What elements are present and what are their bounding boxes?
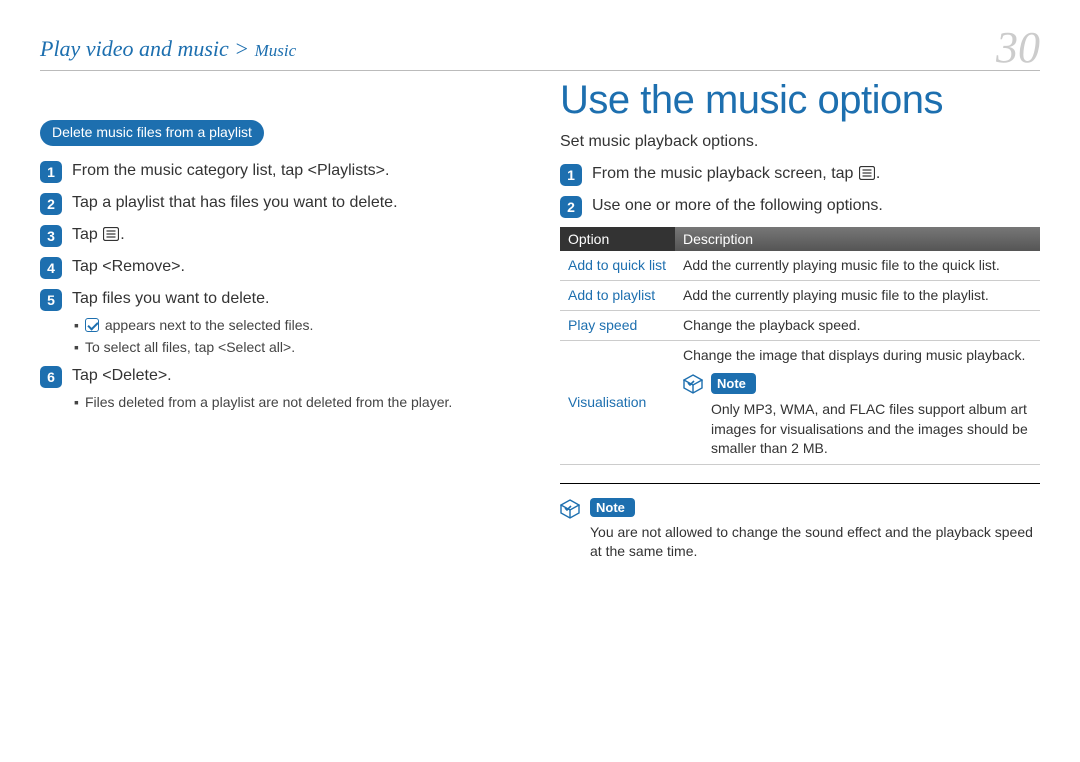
option-desc: Change the playback speed. (675, 310, 1040, 340)
step-text-prefix: From the music playback screen, tap (592, 165, 858, 182)
content-columns: Delete music files from a playlist 1 Fro… (40, 72, 1040, 562)
table-row-visualisation: Visualisation Change the image that disp… (560, 340, 1040, 464)
step-text-prefix: Tap (72, 226, 102, 243)
step-number-icon: 4 (40, 257, 62, 279)
table-header-row: Option Description (560, 227, 1040, 251)
option-desc: Add the currently playing music file to … (675, 251, 1040, 280)
menu-icon (103, 227, 119, 241)
step-text: Tap <Remove>. (72, 256, 185, 278)
option-name: Add to playlist (560, 280, 675, 310)
breadcrumb-main: Play video and music > (40, 36, 249, 61)
step-6-sub: ▪ Files deleted from a playlist are not … (74, 393, 520, 413)
step-number-icon: 1 (560, 164, 582, 186)
step-text: Tap <Delete>. (72, 365, 172, 387)
sub-bullet-text: appears next to the selected files. (85, 316, 313, 336)
option-name: Visualisation (560, 340, 675, 464)
note-badge: Note (590, 498, 635, 517)
section-title: Use the music options (560, 78, 1040, 123)
step-text: From the music category list, tap <Playl… (72, 160, 389, 182)
sub-bullet: ▪ appears next to the selected files. (74, 316, 520, 336)
step-text: From the music playback screen, tap . (592, 163, 880, 185)
step-6: 6 Tap <Delete>. (40, 365, 520, 387)
sub-bullet-text: Files deleted from a playlist are not de… (85, 393, 452, 413)
note-cube-icon (683, 374, 703, 399)
step-number-icon: 1 (40, 161, 62, 183)
step-text: Tap . (72, 224, 125, 246)
sub-bullet-text: To select all files, tap <Select all>. (85, 338, 295, 358)
step-text: Use one or more of the following options… (592, 195, 883, 217)
menu-icon (859, 166, 875, 180)
step-5-sub: ▪ appears next to the selected files. ▪ … (74, 316, 520, 357)
step-3: 3 Tap . (40, 224, 520, 246)
note-body: Only MP3, WMA, and FLAC files support al… (711, 400, 1032, 459)
bullet-dot-icon: ▪ (74, 338, 79, 358)
option-desc: Add the currently playing music file to … (675, 280, 1040, 310)
note-body: You are not allowed to change the sound … (590, 523, 1040, 562)
step-number-icon: 2 (560, 196, 582, 218)
note-label: Note (596, 500, 625, 515)
sub-bullet: ▪ Files deleted from a playlist are not … (74, 393, 520, 413)
bullet-dot-icon: ▪ (74, 393, 79, 413)
step-number-icon: 6 (40, 366, 62, 388)
note-cube-icon (560, 499, 580, 524)
step-1: 1 From the music category list, tap <Pla… (40, 160, 520, 182)
step-2: 2 Tap a playlist that has files you want… (40, 192, 520, 214)
step-number-icon: 5 (40, 289, 62, 311)
table-row: Play speed Change the playback speed. (560, 310, 1040, 340)
page-number: 30 (996, 26, 1040, 70)
th-option: Option (560, 227, 675, 251)
option-desc: Change the image that displays during mu… (683, 346, 1032, 365)
step-text: Tap a playlist that has files you want t… (72, 192, 398, 214)
left-column: Delete music files from a playlist 1 Fro… (40, 72, 520, 562)
option-name: Play speed (560, 310, 675, 340)
note-label: Note (717, 375, 746, 393)
options-table: Option Description Add to quick list Add… (560, 227, 1040, 465)
table-row: Add to playlist Add the currently playin… (560, 280, 1040, 310)
step-number-icon: 3 (40, 225, 62, 247)
step-1: 1 From the music playback screen, tap . (560, 163, 1040, 185)
th-description: Description (675, 227, 1040, 251)
step-4: 4 Tap <Remove>. (40, 256, 520, 278)
right-column: Use the music options Set music playback… (560, 72, 1040, 562)
step-number-icon: 2 (40, 193, 62, 215)
step-5: 5 Tap files you want to delete. (40, 288, 520, 310)
checkbox-icon (85, 318, 99, 332)
table-row: Add to quick list Add the currently play… (560, 251, 1040, 280)
step-text-suffix: . (120, 226, 124, 243)
step-2: 2 Use one or more of the following optio… (560, 195, 1040, 217)
bullet-dot-icon: ▪ (74, 316, 79, 336)
step-text: Tap files you want to delete. (72, 288, 269, 310)
breadcrumb: Play video and music > Music (40, 36, 296, 62)
sub-bullet: ▪ To select all files, tap <Select all>. (74, 338, 520, 358)
page-header: Play video and music > Music 30 (40, 20, 1040, 71)
section-pill-delete-playlist: Delete music files from a playlist (40, 120, 264, 146)
note-badge: Note (711, 373, 756, 395)
sub-bullet-suffix: appears next to the selected files. (101, 317, 313, 333)
breadcrumb-sub: Music (255, 41, 297, 60)
visualisation-note: Note Only MP3, WMA, and FLAC files suppo… (683, 373, 1032, 459)
bottom-note: Note You are not allowed to change the s… (560, 483, 1040, 562)
step-text-suffix: . (876, 165, 880, 182)
option-name: Add to quick list (560, 251, 675, 280)
intro-text: Set music playback options. (560, 133, 1040, 151)
option-desc-cell: Change the image that displays during mu… (675, 340, 1040, 464)
